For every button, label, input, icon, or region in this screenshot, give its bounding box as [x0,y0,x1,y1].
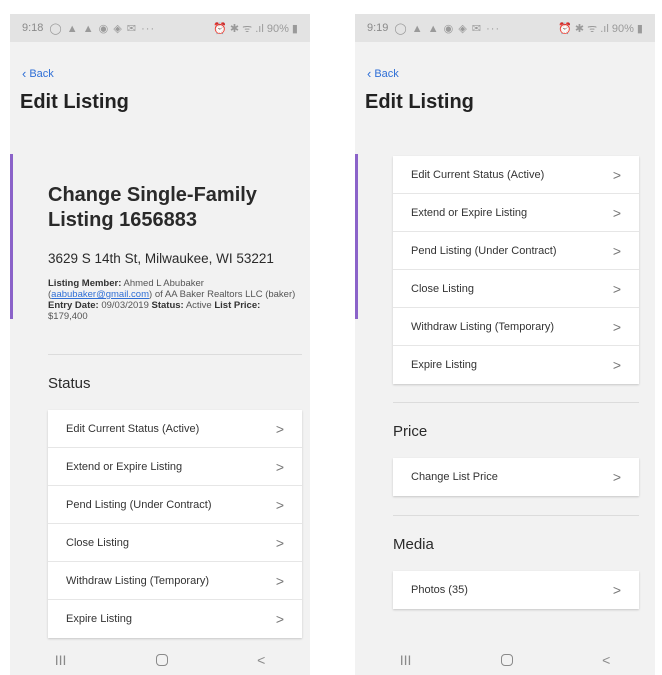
system-nav-bar: III < [10,645,310,675]
section-title-price: Price [393,423,428,440]
action-label: Change List Price [411,471,498,483]
action-label: Photos (35) [411,584,468,596]
entry-date-label: Entry Date: [48,300,99,311]
status-bar: 9:19 ◯ ▲ ▲ ◉ ◈ ✉ ··· ⏰ ✱ ᯤ .ıl 90% ▮ [355,14,655,42]
member-label: Listing Member: [48,278,122,289]
action-label: Withdraw Listing (Temporary) [66,574,210,587]
section-title-media: Media [393,536,434,553]
divider [393,515,639,516]
section-title-status: Status [48,375,91,392]
back-label: Back [29,67,54,80]
status-label: Status: [151,300,184,311]
chevron-right-icon: > [612,242,621,259]
recents-button[interactable]: III [400,652,412,668]
chevron-right-icon: > [275,572,284,589]
listing-title: Change Single-Family Listing 1656883 [48,184,257,231]
home-button[interactable] [500,654,513,666]
divider [48,354,302,355]
action-label: Extend or Expire Listing [411,206,528,219]
accent-bar [355,154,358,319]
nav-back-button[interactable]: < [257,652,265,668]
status-time: 9:18 [22,22,44,34]
chevron-right-icon: > [612,582,621,598]
action-close-listing[interactable]: Close Listing > [393,270,639,308]
chevron-right-icon: > [275,420,284,437]
action-label: Withdraw Listing (Temporary) [411,320,555,333]
chevron-right-icon: > [612,166,621,183]
chevron-left-icon: ‹ [367,66,372,81]
action-expire-listing[interactable]: Expire Listing > [393,346,639,384]
listing-address: 3629 S 14th St, Milwaukee, WI 53221 [48,251,274,266]
status-actions-card: Edit Current Status (Active) > Extend or… [48,410,302,638]
member-company: of AA Baker Realtors LLC (baker) [154,289,296,300]
chevron-right-icon: > [275,611,284,627]
action-label: Pend Listing (Under Contract) [411,244,557,257]
member-name: Ahmed L Abubaker [123,278,204,289]
system-icons: ⏰ ✱ ᯤ .ıl 90% ▮ [213,22,298,35]
action-photos[interactable]: Photos (35) > [393,571,639,609]
chevron-right-icon: > [612,357,621,373]
action-withdraw-listing[interactable]: Withdraw Listing (Temporary) > [393,308,639,346]
action-withdraw-listing[interactable]: Withdraw Listing (Temporary) > [48,562,302,600]
chevron-right-icon: > [275,496,284,513]
accent-bar [10,154,13,319]
phone-screen-left: 9:18 ◯ ▲ ▲ ◉ ◈ ✉ ··· ⏰ ✱ ᯤ .ıl 90% ▮ ‹ B… [10,14,310,675]
list-price-value: $179,400 [48,311,88,322]
action-label: Close Listing [66,536,129,549]
action-label: Edit Current Status (Active) [66,422,200,435]
phone-screen-right: 9:19 ◯ ▲ ▲ ◉ ◈ ✉ ··· ⏰ ✱ ᯤ .ıl 90% ▮ ‹ B… [355,14,655,675]
nav-back-button[interactable]: < [602,652,610,668]
action-extend-or-expire[interactable]: Extend or Expire Listing > [48,448,302,486]
chevron-right-icon: > [612,280,621,297]
action-expire-listing[interactable]: Expire Listing > [48,600,302,638]
page-title: Edit Listing [365,91,474,113]
system-nav-bar: III < [355,645,655,675]
action-label: Edit Current Status (Active) [411,168,545,181]
status-actions-card: Edit Current Status (Active) > Extend or… [393,156,639,384]
page-title: Edit Listing [20,91,129,113]
notification-icons: ◯ ▲ ▲ ◉ ◈ ✉ ··· [394,22,501,35]
notification-icons: ◯ ▲ ▲ ◉ ◈ ✉ ··· [49,22,156,35]
price-actions-card: Change List Price > [393,458,639,496]
divider [393,402,639,403]
action-close-listing[interactable]: Close Listing > [48,524,302,562]
chevron-right-icon: > [275,534,284,551]
status-time: 9:19 [367,22,389,34]
back-link[interactable]: ‹ Back [22,67,54,80]
action-label: Pend Listing (Under Contract) [66,498,212,511]
back-link[interactable]: ‹ Back [367,67,399,80]
chevron-right-icon: > [612,318,621,335]
recents-button[interactable]: III [55,652,67,668]
action-edit-current-status[interactable]: Edit Current Status (Active) > [48,410,302,448]
listing-meta: Listing Member: Ahmed L Abubaker (aabuba… [48,278,296,322]
system-icons: ⏰ ✱ ᯤ .ıl 90% ▮ [558,22,643,35]
action-label: Extend or Expire Listing [66,460,183,473]
action-pend-listing[interactable]: Pend Listing (Under Contract) > [393,232,639,270]
action-extend-or-expire[interactable]: Extend or Expire Listing > [393,194,639,232]
media-actions-card: Photos (35) > [393,571,639,609]
chevron-right-icon: > [612,204,621,221]
chevron-right-icon: > [275,458,284,475]
entry-date: 09/03/2019 [101,300,149,311]
action-label: Close Listing [411,282,474,295]
listing-header: Change Single-Family Listing 1656883 362… [48,183,302,322]
status-bar: 9:18 ◯ ▲ ▲ ◉ ◈ ✉ ··· ⏰ ✱ ᯤ .ıl 90% ▮ [10,14,310,42]
action-pend-listing[interactable]: Pend Listing (Under Contract) > [48,486,302,524]
action-label: Expire Listing [66,613,133,625]
action-change-list-price[interactable]: Change List Price > [393,458,639,496]
chevron-left-icon: ‹ [22,66,27,81]
action-edit-current-status[interactable]: Edit Current Status (Active) > [393,156,639,194]
home-button[interactable] [155,654,168,666]
list-price-label: List Price: [214,300,261,311]
chevron-right-icon: > [612,469,621,485]
member-email-link[interactable]: aabubaker@gmail.com [51,289,149,300]
back-label: Back [374,67,399,80]
action-label: Expire Listing [411,359,478,371]
status-value: Active [185,300,212,311]
